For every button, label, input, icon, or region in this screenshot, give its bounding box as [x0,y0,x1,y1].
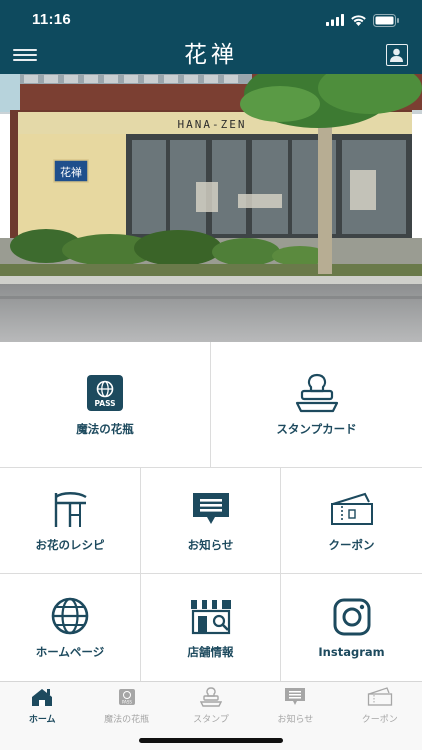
tab-label: スタンプ [193,715,229,725]
tile-label: お知らせ [187,537,234,552]
status-time: 11:16 [32,11,72,28]
svg-text:PASS: PASS [122,700,132,705]
wifi-icon [351,15,366,26]
stamp-icon [295,373,338,412]
home-icon [32,689,53,706]
tile-label: お花のレシピ [35,537,105,552]
tile-label: 店舗情報 [187,644,234,659]
news-icon [285,688,306,705]
tile-homepage[interactable]: ホームページ [0,574,141,681]
coupon-icon [330,492,373,525]
menu-grid: PASS 魔法の花瓶 スタンプカード お花のレシピ お知らせ クーポン ホームペ… [0,342,422,681]
tile-label: ホームページ [35,644,105,659]
store-icon [190,599,231,634]
tile-flower-recipe[interactable]: お花のレシピ [0,468,141,574]
profile-icon [390,48,403,62]
recipe-icon [54,491,87,527]
battery-icon [373,13,399,27]
tile-coupon[interactable]: クーポン [281,468,422,574]
shop-sign: HANA-ZEN [178,118,247,131]
tab-label: クーポン [361,715,398,725]
tile-magic-vase[interactable]: PASS 魔法の花瓶 [0,342,211,468]
tab-news[interactable]: お知らせ [253,682,337,726]
tab-coupon[interactable]: クーポン [338,682,422,726]
tile-instagram[interactable]: Instagram [281,574,422,681]
stamp-icon [199,687,222,707]
nav-bar: 花禅 [0,40,422,74]
tab-label: 魔法の花瓶 [104,715,150,725]
instagram-icon [333,598,370,635]
tile-label: Instagram [318,644,385,659]
tile-news[interactable]: お知らせ [141,468,281,574]
tile-label: クーポン [328,537,375,552]
hero-image: HANA-ZEN 花禅 [0,74,422,342]
tile-label: 魔法の花瓶 [76,421,134,436]
tile-store-info[interactable]: 店舗情報 [141,574,281,681]
tab-home[interactable]: ホーム [0,682,84,726]
signal-icon [326,14,344,26]
shop-plaque: 花禅 [60,165,82,179]
home-indicator[interactable] [139,738,283,743]
pass-icon: PASS [87,374,123,411]
profile-button[interactable] [386,44,408,66]
tile-stamp-card[interactable]: スタンプカード [211,342,422,468]
tab-label: ホーム [28,715,56,725]
tab-stamp[interactable]: スタンプ [169,682,253,726]
status-bar: 11:16 [0,0,422,40]
app-title: 花禅 [184,42,238,68]
coupon-icon [367,687,392,706]
tab-label: お知らせ [277,715,314,725]
svg-text:PASS: PASS [94,399,115,408]
news-icon [192,492,229,524]
globe-icon [51,597,89,634]
pass-icon: PASS [118,689,135,705]
tile-label: スタンプカード [276,421,357,436]
tab-magic-vase[interactable]: PASS 魔法の花瓶 [84,682,168,726]
status-icons [326,13,400,27]
